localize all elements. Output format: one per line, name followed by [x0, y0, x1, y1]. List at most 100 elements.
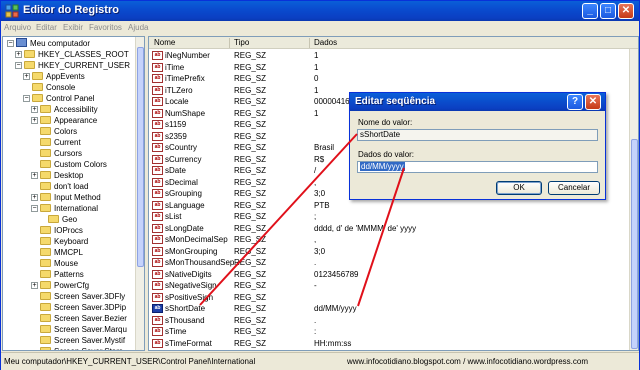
- expand-icon[interactable]: +: [31, 282, 38, 289]
- menu-editar[interactable]: Editar: [36, 23, 57, 32]
- status-path: Meu computador\HKEY_CURRENT_USER\Control…: [4, 357, 256, 366]
- table-row[interactable]: ab iNegNumber REG_SZ 1: [149, 50, 629, 61]
- table-row[interactable]: ab sTime REG_SZ:: [149, 326, 629, 337]
- tree-item[interactable]: Geo: [39, 214, 77, 225]
- string-value-icon: ab: [152, 166, 163, 175]
- tree-item[interactable]: Custom Colors: [31, 159, 107, 170]
- table-row[interactable]: ab sMonGrouping REG_SZ 3;0: [149, 246, 629, 257]
- table-row[interactable]: ab sTimeFormat REG_SZ HH:mm:ss: [149, 338, 629, 349]
- column-type-header[interactable]: Tipo: [234, 38, 249, 47]
- collapse-icon[interactable]: −: [7, 40, 14, 47]
- tree-item[interactable]: − Meu computador: [7, 38, 90, 49]
- ok-button[interactable]: OK: [496, 181, 542, 195]
- table-row[interactable]: ab sLongDate REG_SZ dddd, d' de 'MMMM' de' …: [149, 223, 629, 234]
- tree-item[interactable]: + Appearance: [31, 115, 97, 126]
- title-bar: Editor do Registro _ □ ✕: [1, 1, 639, 21]
- tree-item[interactable]: Mouse: [31, 258, 78, 269]
- menu-favoritos[interactable]: Favoritos: [89, 23, 122, 32]
- table-row[interactable]: ab sShortDate REG_SZ dd/MM/yyyy: [149, 303, 629, 314]
- column-separator[interactable]: [229, 38, 230, 48]
- table-row[interactable]: ab sMonDecimalSep REG_SZ,: [149, 234, 629, 245]
- value-type-cell: REG_SZ: [234, 51, 267, 60]
- tree-item[interactable]: + Desktop: [31, 170, 83, 181]
- menu-arquivo[interactable]: Arquivo: [4, 23, 31, 32]
- tree-item[interactable]: Screen Saver.3DPip: [31, 302, 126, 313]
- table-row[interactable]: ab sLanguage REG_SZ PTB: [149, 200, 629, 211]
- tree-item[interactable]: Screen Saver.3DFly: [31, 291, 125, 302]
- tree-scroll-thumb[interactable]: [137, 47, 144, 267]
- menu-exibir[interactable]: Exibir: [63, 23, 83, 32]
- table-row[interactable]: ab iTime REG_SZ 1: [149, 62, 629, 73]
- expand-icon[interactable]: +: [15, 51, 22, 58]
- tree-scrollbar[interactable]: [135, 37, 144, 350]
- value-data-cell: R$: [314, 154, 325, 164]
- tree-item[interactable]: IOProcs: [31, 225, 83, 236]
- cancel-button[interactable]: Cancelar: [548, 181, 600, 195]
- list-scrollbar[interactable]: [629, 49, 638, 350]
- tree-item[interactable]: − International: [31, 203, 98, 214]
- expand-icon[interactable]: +: [31, 172, 38, 179]
- tree-item[interactable]: Console: [23, 82, 75, 93]
- collapse-icon[interactable]: −: [23, 95, 30, 102]
- tree-item[interactable]: Keyboard: [31, 236, 88, 247]
- tree-item[interactable]: + AppEvents: [23, 71, 85, 82]
- tree-item[interactable]: − Control Panel: [23, 93, 94, 104]
- tree-item[interactable]: Screen Saver.Stars: [31, 346, 123, 350]
- expand-icon[interactable]: +: [31, 194, 38, 201]
- tree-item[interactable]: Screen Saver.Marqu: [31, 324, 127, 335]
- value-name-cell: sShortDate: [165, 304, 206, 313]
- expand-icon[interactable]: +: [31, 106, 38, 113]
- menu-ajuda[interactable]: Ajuda: [128, 23, 148, 32]
- dialog-close-button[interactable]: ✕: [585, 94, 601, 110]
- table-row[interactable]: ab iTimePrefix REG_SZ 0: [149, 73, 629, 84]
- maximize-button[interactable]: □: [600, 3, 616, 19]
- tree-item[interactable]: Patterns: [31, 269, 84, 280]
- expand-icon[interactable]: +: [31, 117, 38, 124]
- tree-item[interactable]: + Input Method: [31, 192, 101, 203]
- table-row[interactable]: ab sThousand REG_SZ.: [149, 315, 629, 326]
- tree-item[interactable]: Screen Saver.Bezier: [31, 313, 127, 324]
- table-row[interactable]: ab sPositiveSign REG_SZ: [149, 292, 629, 303]
- string-value-icon: ab: [152, 200, 163, 210]
- column-separator[interactable]: [309, 38, 310, 48]
- list-scroll-thumb[interactable]: [631, 139, 638, 349]
- tree-item-label: Screen Saver.Mystif: [54, 336, 126, 345]
- value-data-cell: HH:mm:ss: [314, 338, 352, 348]
- collapse-icon[interactable]: −: [15, 62, 22, 69]
- table-row[interactable]: ab sNativeDigits REG_SZ 0123456789: [149, 269, 629, 280]
- tree-item[interactable]: Colors: [31, 126, 77, 137]
- help-button[interactable]: ?: [567, 94, 583, 110]
- folder-icon: [40, 138, 51, 146]
- value-type-cell: REG_SZ: [234, 258, 267, 267]
- value-name-cell: sNegativeSign: [165, 281, 217, 290]
- tree-item[interactable]: + HKEY_CLASSES_ROOT: [15, 49, 129, 60]
- tree-item[interactable]: + Accessibility: [31, 104, 98, 115]
- tree-item[interactable]: + PowerCfg: [31, 280, 89, 291]
- tree-item[interactable]: MMCPL: [31, 247, 83, 258]
- tree-item[interactable]: − HKEY_CURRENT_USER: [15, 60, 130, 71]
- string-value-icon: ab: [152, 315, 163, 325]
- tree-item[interactable]: don't load: [31, 181, 88, 192]
- collapse-icon[interactable]: −: [31, 205, 38, 212]
- expand-icon[interactable]: +: [23, 73, 30, 80]
- tree-item-label: Cursors: [54, 149, 83, 158]
- tree-item[interactable]: Cursors: [31, 148, 82, 159]
- tree-item[interactable]: Screen Saver.Mystif: [31, 335, 125, 346]
- value-name-cell: sCurrency: [165, 154, 202, 164]
- close-button[interactable]: ✕: [618, 3, 634, 19]
- value-data-cell: .: [314, 315, 317, 325]
- tree-item[interactable]: Current: [31, 137, 81, 148]
- value-data-input[interactable]: dd/MM/yyyy: [357, 161, 598, 173]
- edit-string-dialog: Editar seqüência ? ✕ Nome do valor: sSho…: [349, 92, 606, 200]
- column-name-header[interactable]: Nome: [154, 38, 175, 47]
- table-row[interactable]: ab sNegativeSign REG_SZ -: [149, 280, 629, 291]
- table-row[interactable]: ab sMonThousandSep REG_SZ.: [149, 257, 629, 268]
- string-value-icon: ab: [152, 177, 163, 187]
- column-data-header[interactable]: Dados: [314, 38, 337, 47]
- string-value-icon: ab: [152, 258, 163, 267]
- minimize-button[interactable]: _: [582, 3, 598, 19]
- table-row[interactable]: ab sList REG_SZ;: [149, 211, 629, 222]
